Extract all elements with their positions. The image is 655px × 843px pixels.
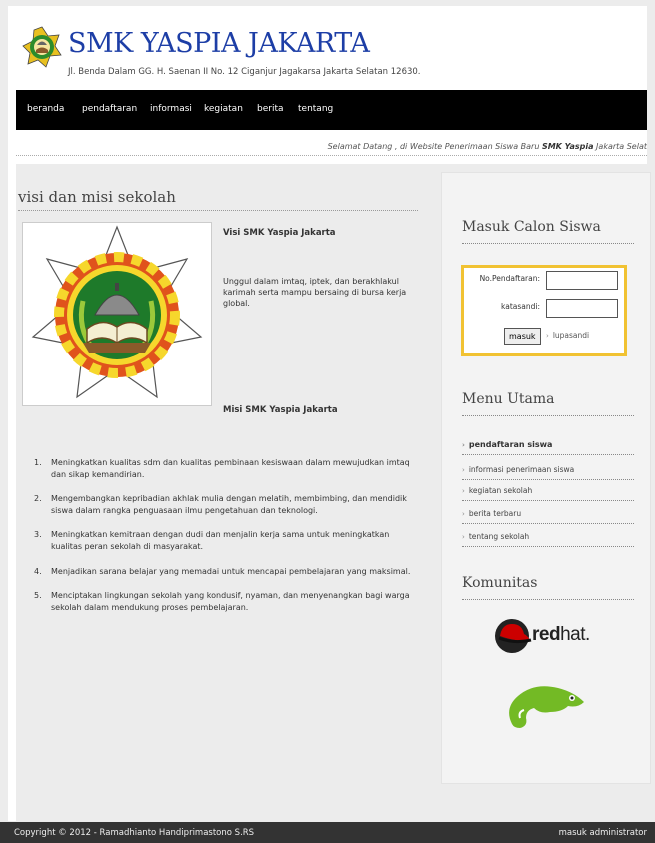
list-item: 2. Mengembangkan kepribadian akhlak mulia… (34, 494, 407, 515)
school-emblem-image (22, 222, 212, 406)
main-content: visi dan misi sekolah Visi SMK Yaspia Ja… (16, 164, 426, 821)
sidebar: Masuk Calon Siswa No.Pendaftaran: katasa… (441, 172, 651, 784)
menu-item-berita-terbaru[interactable]: › berita terbaru (462, 509, 634, 524)
nav-item-beranda[interactable]: beranda (27, 104, 64, 114)
welcome-brand: SMK Yaspia (541, 142, 594, 151)
bullet-icon: › (462, 510, 465, 518)
page-title: visi dan misi sekolah (18, 188, 418, 211)
redhat-shadowman-icon (495, 619, 532, 653)
nav-item-tentang[interactable]: tentang (298, 104, 333, 114)
list-item: 1. Meningkatkan kualitas sdm dan kualitas… (34, 458, 410, 479)
nav-item-pendaftaran[interactable]: pendaftaran (82, 104, 137, 114)
site-header: SMK YASPIA JAKARTA Jl. Benda Dalam GG. H… (8, 6, 647, 90)
menu-heading: Menu Utama (462, 391, 634, 416)
page-container: SMK YASPIA JAKARTA Jl. Benda Dalam GG. H… (8, 6, 651, 821)
menu-item-tentang-sekolah[interactable]: › tentang sekolah (462, 532, 634, 547)
bullet-icon: › (462, 441, 465, 449)
site-address: Jl. Benda Dalam GG. H. Saenan II No. 12 … (68, 67, 421, 77)
forgot-password-link[interactable]: › lupasandi (546, 331, 589, 340)
bullet-icon: › (546, 332, 549, 340)
password-label: katasandi: (501, 302, 540, 311)
welcome-text: Selamat Datang , di Website Penerimaan S… (327, 142, 647, 151)
site-footer: Copyright © 2012 - Ramadhianto Handiprim… (0, 822, 655, 843)
mission-list: 1. Meningkatkan kualitas sdm dan kualitas… (34, 457, 419, 626)
opensuse-chameleon-logo[interactable] (500, 678, 590, 733)
bullet-icon: › (462, 487, 465, 495)
admin-login-link[interactable]: masuk administrator (559, 828, 647, 838)
site-title[interactable]: SMK YASPIA JAKARTA (68, 28, 370, 59)
login-heading: Masuk Calon Siswa (462, 219, 634, 244)
school-emblem-icon (31, 225, 203, 399)
community-heading: Komunitas (462, 575, 634, 600)
bullet-icon: › (462, 533, 465, 541)
menu-item-kegiatan-sekolah[interactable]: › kegiatan sekolah (462, 486, 634, 501)
welcome-marquee: Selamat Datang , di Website Penerimaan S… (16, 136, 647, 156)
nav-item-informasi[interactable]: informasi (150, 104, 192, 114)
registration-number-input[interactable] (546, 271, 618, 290)
login-form: No.Pendaftaran: katasandi: masuk › lupasa… (461, 265, 627, 356)
login-button[interactable]: masuk (504, 328, 541, 345)
menu-item-informasi-penerimaan[interactable]: › informasi penerimaan siswa (462, 465, 634, 480)
bullet-icon: › (462, 466, 465, 474)
menu-item-pendaftaran-siswa[interactable]: › pendaftaran siswa (462, 440, 634, 455)
list-item: 3. Meningkatkan kemitraan dengan dudi dan… (34, 530, 390, 551)
redhat-wordmark: redhat. (532, 624, 590, 645)
vision-title: Visi SMK Yaspia Jakarta (223, 228, 336, 238)
footer-copyright: Copyright © 2012 - Ramadhianto Handiprim… (14, 828, 255, 838)
mission-title: Misi SMK Yaspia Jakarta (223, 405, 338, 415)
list-item: 4. Menjadikan sarana belajar yang memadai… (34, 566, 411, 576)
nav-item-berita[interactable]: berita (257, 104, 284, 114)
password-input[interactable] (546, 299, 618, 318)
main-navbar: beranda pendaftaran informasi kegiatan b… (16, 90, 647, 130)
vision-text: Unggul dalam imtaq, iptek, dan berakhlak… (223, 277, 407, 309)
registration-label: No.Pendaftaran: (479, 274, 540, 283)
nav-item-kegiatan[interactable]: kegiatan (204, 104, 243, 114)
school-logo-icon (22, 26, 62, 68)
list-item: 5. Menciptakan lingkungan sekolah yang ko… (34, 591, 410, 612)
redhat-logo[interactable]: redhat. (494, 616, 604, 656)
content-area: visi dan misi sekolah Visi SMK Yaspia Ja… (16, 164, 651, 821)
